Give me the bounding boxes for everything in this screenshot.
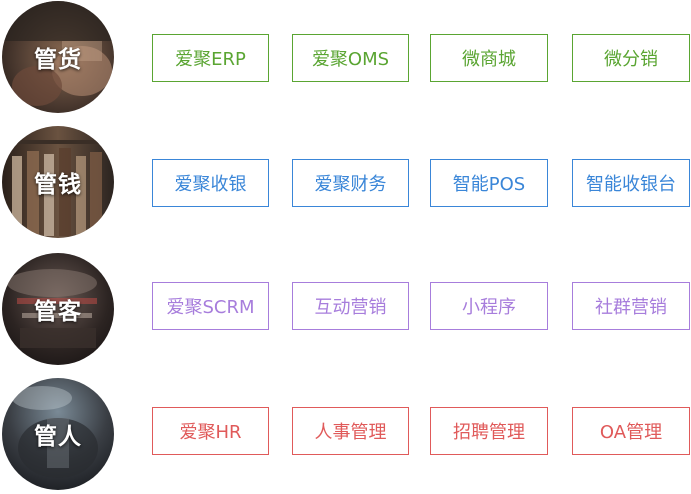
product-label: 智能POS <box>452 174 526 195</box>
product-label: 爱聚收银 <box>174 174 247 195</box>
row-customers: 管客 爱聚SCRM 互动营销 小程序 社群营销 <box>0 253 691 369</box>
row-people: 管人 爱聚HR 人事管理 招聘管理 OA管理 <box>0 378 691 494</box>
product-button-micro-mall[interactable]: 微商城 <box>430 34 548 82</box>
product-label: OA管理 <box>599 422 663 443</box>
product-label: 爱聚HR <box>179 422 242 443</box>
product-label: 微分销 <box>604 49 658 70</box>
category-label: 管货 <box>34 47 82 73</box>
category-money-avatar: 管钱 <box>2 126 114 238</box>
product-button-smart-pos[interactable]: 智能POS <box>430 159 548 207</box>
product-button-mini-program[interactable]: 小程序 <box>430 282 548 330</box>
product-label: 社群营销 <box>595 297 667 318</box>
product-label: 互动营销 <box>314 297 387 318</box>
category-customers-avatar: 管客 <box>2 253 114 365</box>
product-label: 爱聚财务 <box>314 174 387 195</box>
row-money: 管钱 爱聚收银 爱聚财务 智能POS 智能收银台 <box>0 126 691 242</box>
product-label: 爱聚OMS <box>311 49 390 70</box>
product-label: 智能收银台 <box>586 174 676 195</box>
category-label: 管钱 <box>34 172 82 198</box>
product-label: 微商城 <box>462 49 516 70</box>
category-label: 管人 <box>34 424 82 450</box>
product-label: 招聘管理 <box>453 422 525 443</box>
product-button-scrm[interactable]: 爱聚SCRM <box>152 282 269 330</box>
product-button-erp[interactable]: 爱聚ERP <box>152 34 269 82</box>
category-goods-avatar: 管货 <box>2 1 114 113</box>
product-button-personnel[interactable]: 人事管理 <box>292 407 409 455</box>
row-goods: 管货 爱聚ERP 爱聚OMS 微商城 微分销 <box>0 1 691 117</box>
category-people-avatar: 管人 <box>2 378 114 490</box>
product-button-smart-register[interactable]: 智能收银台 <box>572 159 690 207</box>
product-button-community-marketing[interactable]: 社群营销 <box>572 282 690 330</box>
product-button-cashier[interactable]: 爱聚收银 <box>152 159 269 207</box>
product-button-micro-distribution[interactable]: 微分销 <box>572 34 690 82</box>
product-label: 人事管理 <box>314 422 387 443</box>
product-label: 小程序 <box>462 297 516 318</box>
product-button-finance[interactable]: 爱聚财务 <box>292 159 409 207</box>
product-button-interactive-marketing[interactable]: 互动营销 <box>292 282 409 330</box>
product-button-recruitment[interactable]: 招聘管理 <box>430 407 548 455</box>
product-button-oa[interactable]: OA管理 <box>572 407 690 455</box>
product-button-hr[interactable]: 爱聚HR <box>152 407 269 455</box>
category-label: 管客 <box>34 299 82 325</box>
product-button-oms[interactable]: 爱聚OMS <box>292 34 409 82</box>
product-label: 爱聚ERP <box>175 49 246 70</box>
product-label: 爱聚SCRM <box>166 297 255 318</box>
